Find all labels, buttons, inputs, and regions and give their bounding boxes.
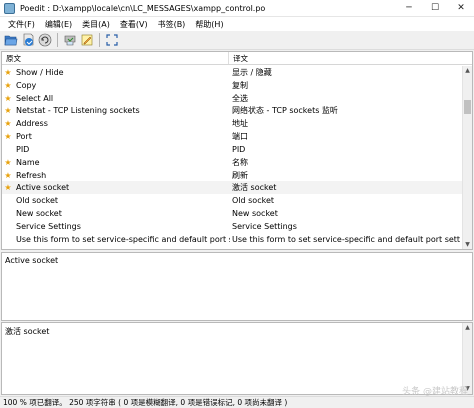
list-scrollbar[interactable]: ▲ ▼ — [462, 66, 472, 249]
table-row[interactable]: ★ Copy 复制 — [2, 79, 464, 92]
toolbar-separator — [99, 33, 100, 47]
table-row[interactable]: Service Settings Service Settings — [2, 220, 464, 233]
translation-cell: Old socket — [232, 196, 275, 206]
translation-cell: Use this form to set service-specific an… — [232, 234, 460, 244]
translation-text[interactable]: 激活 socket — [2, 323, 472, 340]
translation-cell: 名称 — [232, 157, 248, 167]
source-text: Active socket — [5, 256, 59, 265]
save-button[interactable] — [20, 33, 35, 48]
star-icon: ★ — [4, 132, 12, 142]
source-cell: Show / Hide — [16, 67, 64, 77]
menu-bar: 文件(F) 编辑(E) 类目(A) 查看(V) 书签(B) 帮助(H) — [0, 17, 474, 31]
table-row[interactable]: ★ Refresh 刷新 — [2, 169, 464, 182]
status-bar: 100 % 项已翻译。 250 项字符串 ( 0 项是模糊翻译, 0 项是错误标… — [0, 396, 474, 408]
toolbar-separator — [57, 33, 58, 47]
table-row[interactable]: Old socket Old socket — [2, 194, 464, 207]
open-button[interactable] — [3, 33, 18, 48]
table-row[interactable]: ★ Select All 全选 — [2, 92, 464, 105]
menu-bookmarks[interactable]: 书签(B) — [153, 19, 191, 30]
source-cell: Port — [16, 132, 32, 142]
watermark: 头条 @建站教程 — [402, 387, 468, 397]
edit-comment-icon — [81, 34, 92, 46]
fullscreen-icon — [105, 34, 118, 46]
translation-cell: Service Settings — [232, 221, 297, 231]
star-icon: ★ — [4, 170, 12, 180]
table-row[interactable]: New socket New socket — [2, 207, 464, 220]
list-header: 原文 译文 — [2, 52, 472, 65]
column-header-source[interactable]: 原文 — [2, 52, 229, 64]
list-rows: ★ Show / Hide 显示 / 隐藏 ★ Copy 复制 ★ Select All 全选 ★… — [2, 66, 464, 246]
scroll-up-arrow-icon[interactable]: ▲ — [463, 323, 472, 333]
list-scroll-thumb[interactable] — [464, 100, 471, 114]
source-cell: Address — [16, 119, 48, 129]
table-row[interactable]: ★ Name 名称 — [2, 156, 464, 169]
source-cell: New socket — [16, 209, 62, 219]
validate-icon — [64, 35, 75, 46]
scroll-down-arrow-icon[interactable]: ▼ — [463, 240, 472, 249]
menu-catalog[interactable]: 类目(A) — [77, 19, 115, 30]
source-cell: Refresh — [16, 170, 47, 180]
update-catalog-button[interactable] — [37, 33, 52, 48]
poedit-app-icon — [4, 2, 15, 14]
table-row[interactable]: ★ Port 端口 — [2, 130, 464, 143]
source-cell: Active socket — [16, 183, 70, 193]
fullscreen-button[interactable] — [104, 33, 119, 48]
window-controls: ─ ☐ ✕ — [396, 0, 474, 17]
table-row[interactable]: Use this form to set service-specific an… — [2, 233, 464, 246]
translation-cell: 网络状态 - TCP sockets 监听 — [232, 106, 338, 116]
table-row[interactable]: ★ Netstat - TCP Listening sockets 网络状态 - T… — [2, 104, 464, 117]
table-row[interactable]: ★ Show / Hide 显示 / 隐藏 — [2, 66, 464, 79]
save-icon — [23, 33, 33, 46]
translation-cell: 刷新 — [232, 170, 248, 180]
menu-help[interactable]: 帮助(H) — [190, 19, 228, 30]
translation-cell: 全选 — [232, 93, 248, 103]
toolbar — [0, 31, 474, 50]
source-cell: Netstat - TCP Listening sockets — [16, 106, 140, 116]
menu-file[interactable]: 文件(F) — [3, 19, 40, 30]
translation-cell: New socket — [232, 209, 278, 219]
translation-cell: 激活 socket — [232, 183, 277, 193]
minimize-button[interactable]: ─ — [396, 0, 422, 17]
source-cell: Select All — [16, 93, 54, 103]
window-title: Poedit : D:\xampp\locale\cn\LC_MESSAGES\… — [20, 3, 266, 13]
source-cell: Use this form to set service-specific an… — [16, 234, 230, 244]
table-row[interactable]: PID PID — [2, 143, 464, 156]
star-icon: ★ — [4, 93, 12, 103]
translation-cell: 复制 — [232, 80, 248, 90]
translation-cell: 地址 — [232, 119, 248, 129]
star-icon: ★ — [4, 183, 12, 193]
star-icon: ★ — [4, 106, 12, 116]
edit-comment-button[interactable] — [79, 33, 94, 48]
table-row[interactable]: ★ Active socket 激活 socket — [2, 181, 464, 195]
source-cell: Service Settings — [16, 221, 81, 231]
maximize-button[interactable]: ☐ — [422, 0, 448, 17]
source-cell: PID — [16, 144, 30, 154]
source-cell: Old socket — [16, 196, 59, 206]
menu-view[interactable]: 查看(V) — [115, 19, 153, 30]
translation-list: 原文 译文 ★ Show / Hide 显示 / 隐藏 ★ Copy 复制 ★ Select … — [1, 51, 473, 250]
source-cell: Copy — [16, 80, 37, 90]
scroll-up-arrow-icon[interactable]: ▲ — [463, 66, 472, 76]
source-text-pane: Active socket — [1, 252, 473, 321]
translation-cell: 显示 / 隐藏 — [232, 67, 272, 77]
validate-button[interactable] — [62, 33, 77, 48]
star-icon: ★ — [4, 119, 12, 129]
open-folder-icon — [4, 35, 17, 46]
star-icon: ★ — [4, 157, 12, 167]
translation-cell: 端口 — [232, 132, 248, 142]
update-catalog-icon — [38, 33, 51, 47]
source-cell: Name — [16, 157, 40, 167]
close-button[interactable]: ✕ — [448, 0, 474, 17]
title-bar: Poedit : D:\xampp\locale\cn\LC_MESSAGES\… — [0, 0, 474, 17]
translation-cell: PID — [232, 144, 246, 154]
menu-edit[interactable]: 编辑(E) — [40, 19, 77, 30]
star-icon: ★ — [4, 80, 12, 90]
star-icon: ★ — [4, 67, 12, 77]
column-header-translation[interactable]: 译文 — [229, 52, 464, 64]
table-row[interactable]: ★ Address 地址 — [2, 117, 464, 130]
